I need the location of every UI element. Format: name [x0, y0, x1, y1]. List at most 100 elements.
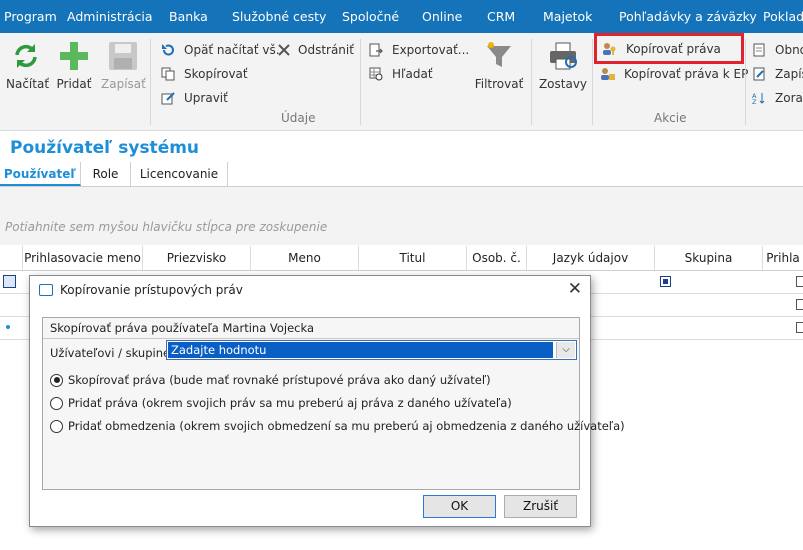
window-icon: [39, 284, 53, 296]
copy-rights-button[interactable]: Kopírovať práva: [594, 33, 744, 64]
dialog-title-bar[interactable]: Kopírovanie prístupových práv ✕: [30, 276, 590, 304]
users-lock-icon: [600, 66, 616, 82]
add-label: Pridať: [56, 77, 92, 91]
reports-button[interactable]: Zostavy: [538, 39, 588, 91]
sort-az-icon: AZ: [751, 90, 767, 106]
dialog-title: Kopírovanie prístupových práv: [60, 283, 243, 297]
svg-text:Z: Z: [752, 98, 757, 105]
menu-pohladavky-zavazky[interactable]: Pohľadávky a záväzky: [619, 0, 757, 33]
option-add-rights-label: Pridať práva (okrem svojich práv sa mu p…: [68, 396, 512, 410]
document-write-icon: [751, 66, 767, 82]
close-icon[interactable]: ✕: [568, 279, 582, 299]
menu-spolocne[interactable]: Spoločné: [342, 0, 399, 33]
edit-row-icon: [3, 275, 16, 288]
write-small-button[interactable]: Zapís: [751, 64, 803, 84]
group-checkbox[interactable]: [660, 276, 671, 287]
ribbon-separator: [531, 39, 532, 125]
copy-rights-ep-label: Kopírovať práva k EP: [624, 67, 749, 81]
ok-button[interactable]: OK: [423, 495, 496, 518]
tab-user[interactable]: Používateľ: [0, 162, 81, 186]
refresh-small-label: Obno: [775, 43, 803, 57]
group-by-hint: Potiahnite sem myšou hlavičku stĺpca pre…: [5, 220, 328, 234]
floppy-disk-icon: [101, 39, 145, 73]
row-checkbox[interactable]: [796, 299, 803, 310]
option-copy-rights[interactable]: Skopírovať práva (bude mať rovnaké príst…: [50, 373, 491, 387]
save-button[interactable]: Zapísať: [101, 39, 146, 91]
ribbon-separator: [150, 39, 151, 125]
column-header-name[interactable]: Meno: [251, 246, 359, 270]
search-grid-icon: [368, 66, 384, 82]
column-header-personal-no[interactable]: Osob. č.: [467, 246, 527, 270]
group-label-data: Údaje: [281, 111, 316, 125]
ribbon-separator: [745, 39, 746, 125]
filter-label: Filtrovať: [474, 77, 524, 91]
copy-rights-dialog: Kopírovanie prístupových práv ✕ Skopírov…: [29, 275, 625, 527]
row-checkbox[interactable]: [796, 276, 803, 287]
load-button[interactable]: Načítať: [6, 39, 50, 91]
export-label: Exportovať...: [392, 43, 470, 57]
copy-icon: [160, 66, 176, 82]
tab-licensing[interactable]: Licencovanie: [131, 162, 228, 186]
export-button[interactable]: Exportovať...: [368, 40, 469, 60]
column-header-surname[interactable]: Priezvisko: [143, 246, 251, 270]
menu-crm[interactable]: CRM: [487, 0, 515, 33]
delete-label: Odstrániť: [298, 43, 354, 57]
menu-majetok[interactable]: Majetok: [543, 0, 592, 33]
filter-funnel-icon: [474, 39, 524, 73]
copy-rights-ep-button[interactable]: Kopírovať práva k EP: [600, 64, 748, 84]
filter-button[interactable]: Filtrovať: [474, 39, 524, 91]
option-copy-rights-label: Skopírovať práva (bude mať rovnaké príst…: [68, 373, 491, 387]
chevron-down-icon[interactable]: ⌵: [556, 342, 575, 358]
document-refresh-icon: [751, 42, 767, 58]
delete-button[interactable]: Odstrániť: [276, 40, 354, 60]
main-menu-bar: Program Administrácia Banka Služobné ces…: [0, 0, 803, 33]
ribbon-separator: [592, 39, 593, 125]
option-add-restrictions[interactable]: Pridať obmedzenia (okrem svojich obmedze…: [50, 419, 625, 433]
column-header-login[interactable]: Prihlasovacie meno: [23, 246, 143, 270]
group-by-panel[interactable]: Potiahnite sem myšou hlavičku stĺpca pre…: [0, 187, 803, 245]
menu-pokladna[interactable]: Pokladňa: [763, 0, 803, 33]
target-user-combobox[interactable]: Zadajte hodnotu ⌵: [166, 340, 577, 360]
copy-from-user-text: Skopírovať práva používateľa Martina Voj…: [50, 321, 315, 335]
reports-label: Zostavy: [538, 77, 588, 91]
menu-administracia[interactable]: Administrácia: [67, 0, 153, 33]
menu-program[interactable]: Program: [4, 0, 57, 33]
ribbon-toolbar: Načítať Pridať Zapísať Opäť načítať vš. …: [0, 33, 803, 131]
column-header-login-extra[interactable]: Prihla: [763, 246, 803, 270]
undo-icon: [160, 42, 176, 58]
cancel-button[interactable]: Zrušiť: [504, 495, 577, 518]
column-header-group[interactable]: Skupina: [655, 246, 763, 270]
search-button[interactable]: Hľadať: [368, 64, 433, 84]
radio-button[interactable]: [50, 419, 63, 433]
menu-sluzobne-cesty[interactable]: Služobné cesty: [232, 0, 326, 33]
tab-bar: Používateľ Role Licencovanie: [0, 162, 803, 187]
load-label: Načítať: [6, 77, 50, 91]
copy-rights-label: Kopírovať práva: [626, 41, 721, 56]
option-add-rights[interactable]: Pridať práva (okrem svojich práv sa mu p…: [50, 396, 512, 410]
edit-button[interactable]: Upraviť: [160, 88, 228, 108]
tab-roles[interactable]: Role: [81, 162, 131, 186]
users-key-icon: [602, 41, 618, 57]
ribbon-separator: [360, 39, 361, 125]
row-checkbox[interactable]: [796, 322, 803, 333]
refresh-icon: [6, 39, 46, 73]
column-header-title[interactable]: Titul: [359, 246, 467, 270]
menu-banka[interactable]: Banka: [169, 0, 208, 33]
export-icon: [368, 42, 384, 58]
add-button[interactable]: Pridať: [56, 39, 92, 91]
write-small-label: Zapís: [775, 67, 803, 81]
column-header-data-language[interactable]: Jazyk údajov: [527, 246, 655, 270]
copy-button[interactable]: Skopírovať: [160, 64, 248, 84]
option-add-restrictions-label: Pridať obmedzenia (okrem svojich obmedze…: [68, 419, 625, 433]
refresh-small-button[interactable]: Obno: [751, 40, 803, 60]
target-user-label: Užívateľovi / skupine: [50, 346, 171, 360]
target-user-input[interactable]: Zadajte hodnotu: [168, 342, 553, 358]
menu-online[interactable]: Online: [422, 0, 462, 33]
sort-small-button[interactable]: AZ Zorad: [751, 88, 803, 108]
radio-button[interactable]: [50, 396, 63, 410]
dialog-content-panel: Skopírovať práva používateľa Martina Voj…: [42, 317, 625, 490]
divider: [43, 338, 579, 339]
delete-x-icon: [276, 42, 292, 58]
radio-button[interactable]: [50, 373, 63, 387]
reload-all-button[interactable]: Opäť načítať vš.: [160, 40, 280, 60]
